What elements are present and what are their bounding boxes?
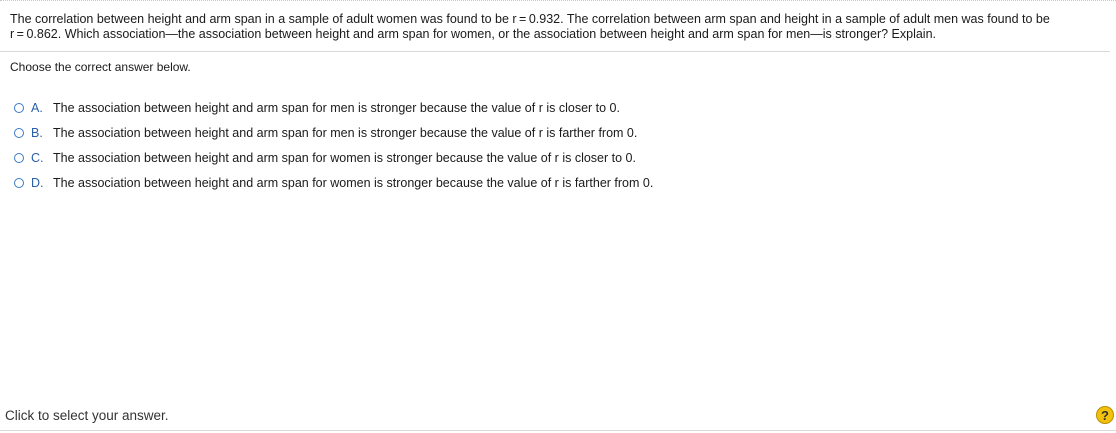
footer-divider (0, 430, 1116, 431)
option-b[interactable]: B. The association between height and ar… (14, 120, 653, 145)
question-text: The correlation between height and arm s… (10, 12, 1108, 42)
question-line-2: r = 0.862. Which association—the associa… (10, 27, 937, 41)
option-a[interactable]: A. The association between height and ar… (14, 95, 653, 120)
answer-options: A. The association between height and ar… (14, 95, 653, 195)
radio-button-icon[interactable] (14, 102, 24, 113)
option-text: The association between height and arm s… (53, 150, 636, 165)
top-divider (0, 0, 1116, 1)
option-letter: C. (31, 150, 44, 165)
question-page: The correlation between height and arm s… (0, 0, 1116, 433)
radio-button-icon[interactable] (14, 152, 24, 163)
option-c[interactable]: C. The association between height and ar… (14, 145, 653, 170)
radio-button-icon[interactable] (14, 177, 24, 188)
option-text: The association between height and arm s… (53, 125, 638, 140)
help-icon[interactable]: ? (1096, 406, 1114, 424)
status-message: Click to select your answer. (5, 408, 169, 423)
option-letter: D. (31, 175, 44, 190)
option-text: The association between height and arm s… (53, 100, 620, 115)
radio-button-icon[interactable] (14, 127, 24, 138)
option-d[interactable]: D. The association between height and ar… (14, 170, 653, 195)
question-line-1: The correlation between height and arm s… (10, 12, 1050, 26)
answer-instruction: Choose the correct answer below. (10, 60, 191, 74)
option-text: The association between height and arm s… (53, 175, 654, 190)
option-letter: A. (31, 100, 43, 115)
question-divider (0, 51, 1110, 52)
option-letter: B. (31, 125, 43, 140)
